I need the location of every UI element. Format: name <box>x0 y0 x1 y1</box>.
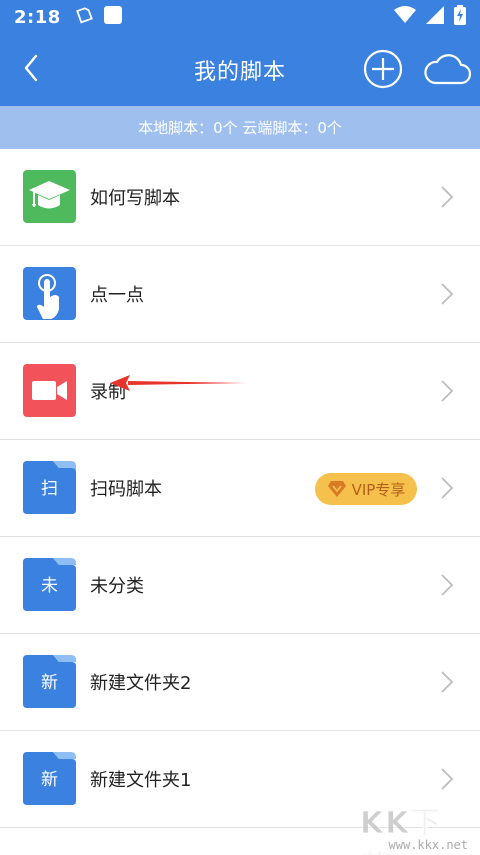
battery-charging-icon <box>454 5 466 29</box>
list-item-label: 新建文件夹1 <box>90 770 192 791</box>
list-item-label: 点一点 <box>90 285 144 306</box>
clipboard-icon <box>75 6 93 28</box>
folder-char: 新 <box>41 770 58 790</box>
list-item-record[interactable]: 录制 <box>0 343 480 440</box>
list-item-label: 新建文件夹2 <box>90 673 192 694</box>
chevron-right-icon <box>441 186 454 208</box>
signal-icon <box>426 6 444 28</box>
status-time: 2:18 <box>14 6 61 28</box>
script-count-bar: 本地脚本：0个 云端脚本：0个 <box>0 106 480 149</box>
tap-finger-icon <box>23 267 76 320</box>
folder-icon: 扫 <box>23 461 76 514</box>
list-item-how-to-write[interactable]: 如何写脚本 <box>0 149 480 246</box>
chevron-right-icon <box>441 477 454 499</box>
folder-icon: 新 <box>23 655 76 708</box>
video-camera-icon <box>23 364 76 417</box>
wifi-icon <box>394 6 416 28</box>
circle-plus-icon <box>363 49 403 89</box>
chevron-right-icon <box>441 574 454 596</box>
chevron-right-icon <box>441 283 454 305</box>
diamond-icon <box>327 481 346 497</box>
add-script-button[interactable] <box>363 49 403 89</box>
graduation-cap-icon <box>23 170 76 223</box>
script-count-text: 本地脚本：0个 云端脚本：0个 <box>138 119 342 137</box>
square-icon <box>103 5 123 29</box>
watermark-url: www.kkx.net <box>388 838 468 852</box>
list-item-label: 未分类 <box>90 576 144 597</box>
chevron-right-icon <box>441 380 454 402</box>
page-title: 我的脚本 <box>193 60 286 85</box>
status-bar: 2:18 <box>0 0 480 34</box>
list-item-label: 扫码脚本 <box>90 479 162 500</box>
chevron-right-icon <box>441 768 454 790</box>
watermark: KK下载 www.kkx.net <box>360 798 472 855</box>
vip-badge: VIP专享 <box>315 473 417 505</box>
list-item-uncategorized[interactable]: 未 未分类 <box>0 537 480 634</box>
folder-icon: 新 <box>23 752 76 805</box>
list-item-new-folder-2[interactable]: 新 新建文件夹2 <box>0 634 480 731</box>
script-list: 如何写脚本 点一点 录制 扫 扫码脚本 VIP专享 未 未分类 新 新建文件夹2… <box>0 149 480 828</box>
folder-icon: 未 <box>23 558 76 611</box>
app-header: 我的脚本 <box>0 34 480 106</box>
folder-char: 扫 <box>41 479 58 499</box>
chevron-right-icon <box>441 671 454 693</box>
folder-char: 新 <box>41 673 58 693</box>
folder-char: 未 <box>41 576 58 596</box>
vip-badge-label: VIP专享 <box>351 480 406 499</box>
list-item-label: 录制 <box>90 382 126 403</box>
cloud-icon <box>424 54 472 85</box>
list-item-label: 如何写脚本 <box>90 188 180 209</box>
list-item-tap[interactable]: 点一点 <box>0 246 480 343</box>
list-item-scan-script[interactable]: 扫 扫码脚本 VIP专享 <box>0 440 480 537</box>
cloud-button[interactable] <box>423 52 472 86</box>
